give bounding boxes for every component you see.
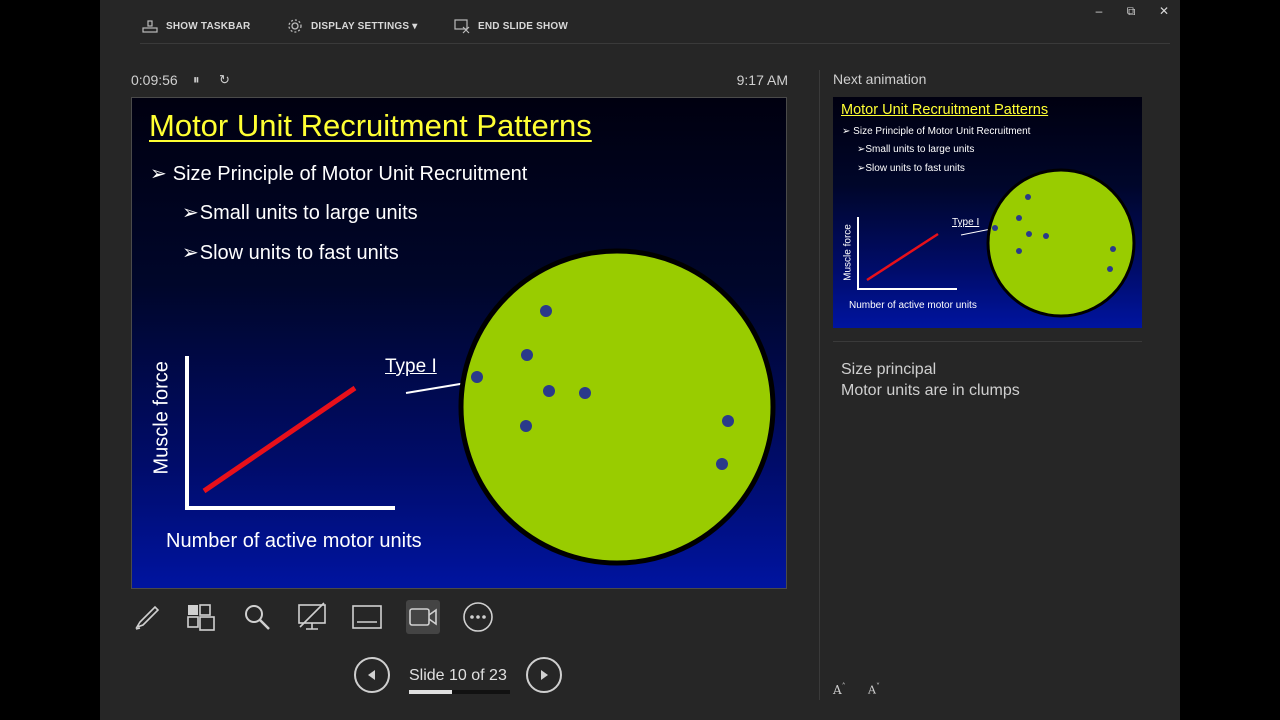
notes-line-2: Motor units are in clumps [841, 382, 1020, 399]
restart-timer-icon[interactable]: ↻ [219, 72, 230, 88]
show-taskbar-label: SHOW TASKBAR [166, 20, 251, 32]
decrease-font-icon: A [868, 683, 876, 697]
preview-graphics [857, 168, 1136, 318]
clock: 9:17 AM [736, 72, 788, 88]
preview-type-pointer [960, 228, 992, 236]
see-all-slides-button[interactable] [184, 600, 218, 634]
more-options-button[interactable] [461, 600, 495, 634]
zoom-button[interactable] [240, 600, 274, 634]
preview-muscle [986, 168, 1136, 318]
minimize-button[interactable]: – [1086, 2, 1112, 20]
motor-unit-dot [540, 305, 552, 317]
preview-type-label: Type I [952, 217, 980, 228]
zoom-icon [245, 605, 270, 630]
previous-arrow-icon [368, 670, 375, 680]
camera-icon [409, 608, 437, 626]
pen-icon [135, 605, 160, 630]
preview-force-line [866, 232, 939, 282]
show-taskbar-button[interactable]: SHOW TASKBAR [142, 14, 250, 38]
end-slide-show-button[interactable]: END SLIDE SHOW [454, 14, 568, 38]
motor-unit-dot [579, 387, 591, 399]
end-show-icon [454, 19, 470, 34]
display-settings-label: DISPLAY SETTINGS ▾ [311, 20, 418, 32]
taskbar-icon [142, 20, 158, 33]
current-slide[interactable]: Motor Unit Recruitment Patterns ➢ Size Pr… [131, 97, 787, 589]
pane-divider[interactable] [819, 70, 820, 700]
previous-slide-button[interactable] [354, 657, 390, 693]
slide-progress-fill [409, 690, 453, 694]
next-slide-button[interactable] [526, 657, 562, 693]
slide-graphics [185, 248, 776, 566]
pause-timer-icon[interactable]: ⏸ [193, 72, 200, 88]
preview-dot [1016, 248, 1022, 254]
motor-unit-dot [716, 458, 728, 470]
increase-font-icon: A [833, 683, 842, 697]
subtitles-button[interactable] [350, 600, 384, 634]
type-i-label: Type I [385, 356, 437, 377]
preview-dot [1026, 231, 1032, 237]
motor-unit-dot [543, 385, 555, 397]
gear-icon [288, 19, 302, 33]
minimize-icon: – [1095, 4, 1103, 18]
motor-unit-dot [722, 415, 734, 427]
elapsed-timer: 0:09:56 [131, 72, 178, 88]
preview-dot [1107, 266, 1113, 272]
motor-unit-dot [520, 420, 532, 432]
slide-counter[interactable]: Slide 10 of 23 [409, 667, 507, 685]
end-slide-show-label: END SLIDE SHOW [478, 20, 569, 32]
next-animation-label: Next animation [833, 71, 927, 87]
graph-y-label: Muscle force [150, 361, 173, 475]
preview-dot [1025, 194, 1031, 200]
preview-x-label: Number of active motor units [849, 300, 977, 311]
motor-unit-dot [521, 349, 533, 361]
force-line [202, 385, 357, 494]
motor-unit-dot [471, 371, 483, 383]
notes-line-1: Size principal [841, 361, 937, 378]
decrease-font-button[interactable]: A˅ [868, 682, 880, 697]
camera-button[interactable] [406, 600, 440, 634]
restore-icon: ⧉ [1126, 4, 1136, 18]
preview-dot [1016, 215, 1022, 221]
more-options-icon [463, 602, 493, 632]
close-icon: ✕ [1158, 4, 1170, 18]
increase-font-button[interactable]: A˄ [833, 682, 846, 697]
preview-dot [1043, 233, 1049, 239]
pen-tool-button[interactable] [130, 600, 164, 634]
black-screen-button[interactable] [295, 600, 329, 634]
preview-dot [1110, 246, 1116, 252]
close-button[interactable]: ✕ [1151, 2, 1177, 20]
notes-divider [833, 341, 1142, 342]
next-slide-preview[interactable]: Motor Unit Recruitment Patterns ➢ Size P… [833, 97, 1142, 328]
next-arrow-icon [541, 670, 548, 680]
restore-button[interactable]: ⧉ [1118, 2, 1144, 20]
muscle-cross-section [458, 248, 776, 566]
subtitles-icon [352, 605, 382, 629]
see-all-slides-icon [187, 604, 215, 631]
top-divider [140, 43, 1170, 44]
preview-y-label: Muscle force [842, 224, 854, 281]
slide-progress-bar [409, 690, 510, 694]
black-screen-icon [298, 602, 326, 630]
graph-x-label: Number of active motor units [166, 530, 422, 552]
preview-dot [992, 225, 998, 231]
display-settings-button[interactable]: DISPLAY SETTINGS ▾ [287, 14, 417, 38]
presenter-view: SHOW TASKBAR DISPLAY SETTINGS ▾ END SLID… [100, 0, 1180, 720]
speaker-notes[interactable]: Size principal Motor units are in clumps [841, 359, 1020, 401]
